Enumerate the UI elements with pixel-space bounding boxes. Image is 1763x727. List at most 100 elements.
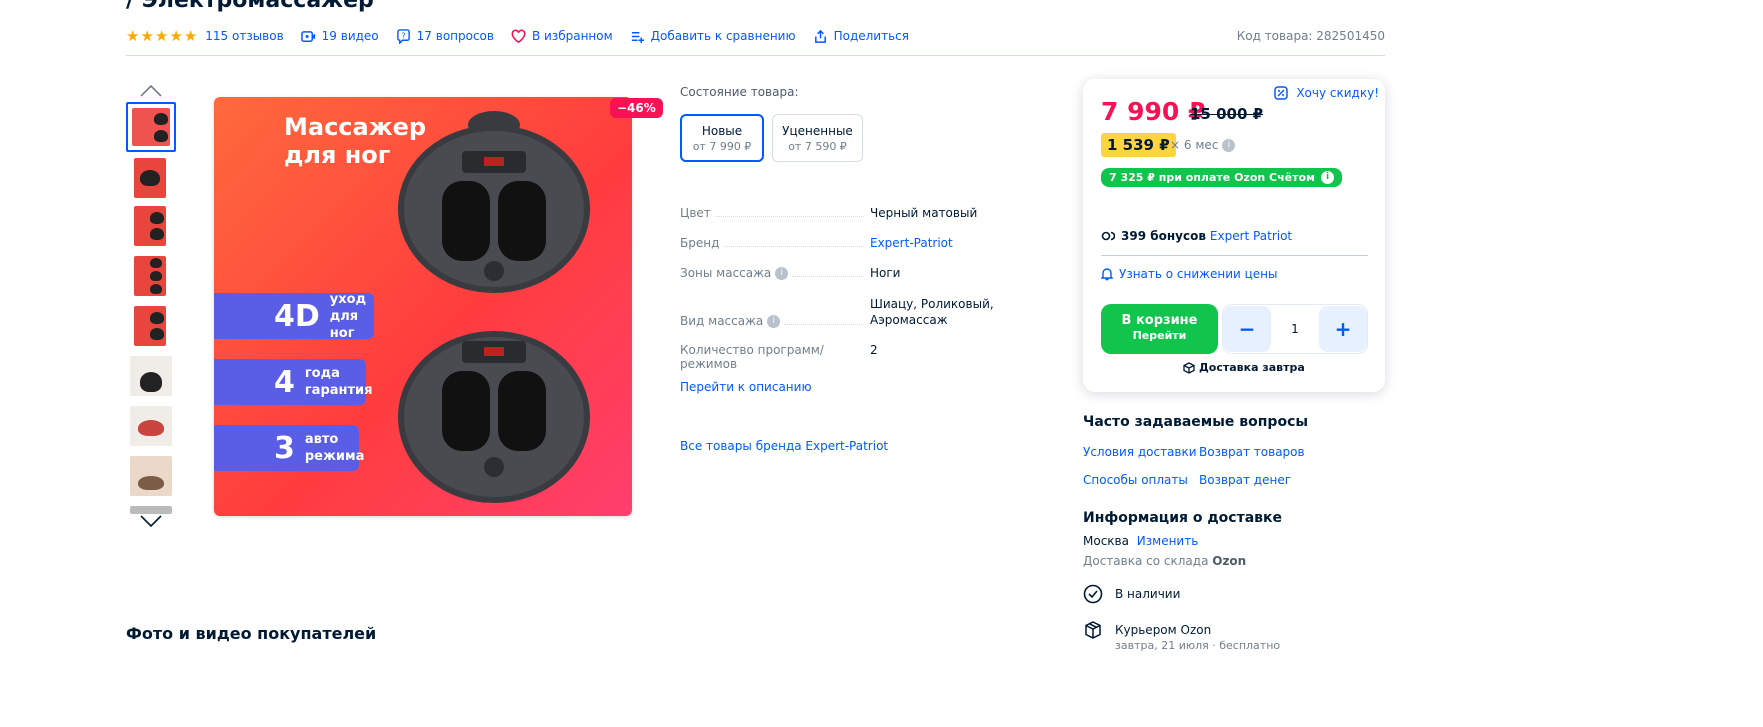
change-city-link[interactable]: Изменить: [1137, 534, 1199, 548]
info-icon[interactable]: i: [767, 315, 781, 328]
price-card: Хочу скидку! 7 990 ₽ 15 000 ₽ 1 539 ₽ × …: [1083, 79, 1385, 392]
faq-link-returns[interactable]: Возврат товаров: [1199, 445, 1305, 459]
spec-key: Количество программ/режимов: [680, 343, 824, 371]
header-divider: [126, 55, 1385, 56]
want-discount-link[interactable]: Хочу скидку!: [1274, 86, 1379, 100]
spec-row: Зоны массажа i Ноги: [680, 266, 1020, 280]
compare-link[interactable]: Добавить к сравнению: [630, 29, 796, 44]
spec-row: Количество программ/режимов 2: [680, 343, 1020, 371]
info-icon[interactable]: i: [1222, 138, 1236, 152]
share-label: Поделиться: [833, 29, 909, 43]
price-drop-notify-label: Узнать о снижении цены: [1119, 267, 1278, 281]
spec-value: 2: [870, 343, 878, 357]
go-to-cart-label: Перейти: [1132, 329, 1187, 342]
go-to-description-link[interactable]: Перейти к описанию: [680, 380, 812, 394]
bonus-brand-link[interactable]: Expert Patriot: [1210, 229, 1292, 243]
discount-badge: −46%: [610, 98, 663, 118]
thumbnail-active[interactable]: [126, 102, 176, 152]
info-icon: i: [1321, 171, 1335, 184]
massager-image-bottom: [398, 331, 590, 503]
courier-delivery: Курьером Ozon: [1083, 620, 1211, 640]
spec-value: Черный матовый: [870, 206, 978, 220]
massager-image-top: [398, 111, 590, 293]
questions-label: 17 вопросов: [416, 29, 494, 43]
videos-link[interactable]: 19 видео: [300, 29, 379, 44]
feature-value: 3: [274, 430, 295, 466]
thumbnail[interactable]: [130, 356, 172, 396]
in-cart-label: В корзине: [1121, 313, 1198, 328]
spec-key: Бренд: [680, 236, 720, 250]
spec-row: Бренд Expert-Patriot: [680, 236, 1020, 250]
faq-link-refund[interactable]: Возврат денег: [1199, 473, 1291, 487]
thumbnail[interactable]: [130, 506, 172, 514]
quantity-value[interactable]: 1: [1271, 322, 1319, 336]
ozon-account-price-label: 7 325 ₽ при оплате Ozon Счётом: [1109, 171, 1316, 184]
condition-discounted-button[interactable]: Уцененные от 7 590 ₽: [772, 114, 863, 162]
ozon-account-price[interactable]: 7 325 ₽ при оплате Ozon Счётом i: [1101, 168, 1343, 187]
spec-value: Ноги: [870, 266, 901, 280]
thumbnail[interactable]: [130, 456, 172, 496]
spec-key: Зоны массажа: [680, 266, 772, 280]
info-icon[interactable]: i: [775, 266, 789, 280]
favorite-label: В избранном: [531, 29, 613, 43]
thumbnail[interactable]: [134, 206, 166, 246]
spec-value: Шиацу, Роликовый, Аэромассаж: [870, 297, 994, 327]
thumbnail[interactable]: [134, 158, 166, 198]
delivery-tomorrow: Доставка завтра: [1183, 361, 1305, 374]
share-link[interactable]: Поделиться: [813, 29, 909, 44]
installment-price[interactable]: 1 539 ₽: [1101, 133, 1176, 157]
increase-quantity-button[interactable]: +: [1319, 306, 1367, 352]
question-bubble-icon: ?: [396, 28, 410, 44]
compare-label: Добавить к сравнению: [650, 29, 796, 43]
discount-tag-icon: [1274, 86, 1289, 100]
star-icon: ★: [183, 26, 198, 45]
delivery-tomorrow-label: Доставка завтра: [1199, 361, 1305, 374]
feature-value: 4: [274, 364, 295, 400]
chevron-down-icon[interactable]: [140, 514, 162, 528]
sku-code: Код товара: 282501450: [1236, 29, 1385, 43]
stock-status: В наличии: [1083, 584, 1180, 604]
card-divider: [1101, 255, 1368, 256]
thumbnail[interactable]: [134, 306, 166, 346]
courier-date: завтра, 21 июля · бесплатно: [1115, 639, 1281, 652]
quantity-stepper: − 1 +: [1222, 304, 1368, 354]
all-brand-products-link[interactable]: Все товары бренда Expert-Patriot: [680, 439, 888, 453]
videos-label: 19 видео: [321, 29, 379, 43]
condition-new-button[interactable]: Новые от 7 990 ₽: [680, 114, 764, 162]
reviews-link[interactable]: 115 отзывов: [205, 29, 283, 43]
spec-key: Цвет: [680, 206, 711, 220]
stock-label: В наличии: [1115, 587, 1181, 601]
questions-link[interactable]: ? 17 вопросов: [396, 28, 494, 44]
brand-link[interactable]: Expert-Patriot: [870, 236, 1020, 250]
product-main-image[interactable]: Массажер для ног 4D уход для ног 4 года …: [214, 97, 632, 516]
rating-stars[interactable]: ★ ★ ★ ★ ★: [126, 26, 198, 45]
warehouse-name: Ozon: [1212, 554, 1247, 568]
customer-photos-title: Фото и видео покупателей: [126, 624, 377, 643]
courier-label: Курьером Ozon: [1115, 623, 1212, 637]
thumbnail[interactable]: [134, 256, 166, 296]
condition-price: от 7 990 ₽: [692, 140, 752, 153]
price-drop-notify-link[interactable]: Узнать о снижении цены: [1101, 267, 1278, 281]
video-icon: [300, 30, 315, 42]
warehouse-info: Доставка со склада Ozon: [1083, 554, 1246, 568]
delivery-city: Москва Изменить: [1083, 534, 1198, 548]
spec-row: Вид массажа i Шиацу, Роликовый, Аэромасса…: [680, 296, 1020, 332]
faq-link-payment-methods[interactable]: Способы оплаты: [1083, 473, 1188, 487]
feature-text: года гарантия: [304, 366, 373, 398]
product-title: / Электромассажер: [126, 0, 374, 13]
chevron-up-icon[interactable]: [140, 84, 162, 98]
share-icon: [814, 29, 826, 43]
decrease-quantity-button[interactable]: −: [1223, 306, 1271, 352]
spec-row: Цвет Черный матовый: [680, 206, 1020, 220]
in-cart-button[interactable]: В корзине Перейти: [1101, 304, 1218, 354]
star-icon: ★: [126, 26, 140, 45]
favorite-link[interactable]: В избранном: [511, 29, 613, 44]
star-icon: ★: [169, 26, 183, 45]
star-icon: ★: [154, 26, 169, 45]
faq-link-delivery-terms[interactable]: Условия доставки: [1083, 445, 1197, 459]
heart-icon: [511, 29, 526, 43]
spec-key: Вид массажа: [680, 314, 764, 328]
thumbnail[interactable]: [130, 406, 172, 446]
city-name: Москва: [1083, 534, 1129, 548]
condition-title: Новые: [701, 124, 743, 138]
